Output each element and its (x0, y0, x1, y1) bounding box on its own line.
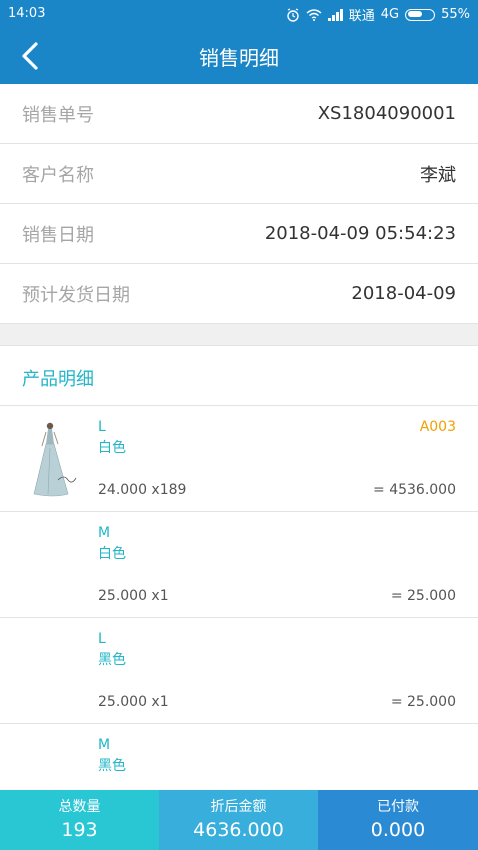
sale-date-value: 2018-04-09 05:54:23 (264, 223, 456, 244)
product-item[interactable]: M 黑色 (0, 724, 478, 790)
product-color: 黑色 (98, 758, 126, 774)
product-amount: = 25.000 (390, 588, 456, 604)
alarm-icon (287, 7, 299, 22)
product-amount: = 4536.000 (373, 482, 456, 498)
product-amount: = 25.000 (390, 694, 456, 710)
product-quantity: 24.000 x189 (98, 482, 187, 498)
product-item[interactable]: L 黑色 25.000 x1 = 25.000 (0, 618, 478, 724)
summary-bar: 总数量 193 折后金额 4636.000 已付款 0.000 (0, 790, 478, 850)
product-size: M (98, 525, 111, 541)
product-quantity: 25.000 x1 (98, 588, 169, 604)
status-time: 14:03 (8, 6, 46, 21)
sale-date-label: 销售日期 (22, 224, 94, 246)
ship-date-value: 2018-04-09 (351, 283, 456, 304)
product-color: 白色 (98, 546, 126, 562)
order-number-value: XS1804090001 (317, 103, 456, 124)
order-number-row: 销售单号 XS1804090001 (0, 84, 478, 144)
order-number-label: 销售单号 (22, 104, 94, 126)
discount-amount-cell: 折后金额 4636.000 (159, 790, 318, 850)
total-quantity-label: 总数量 (58, 799, 101, 815)
product-color: 黑色 (98, 652, 126, 668)
section-divider (0, 324, 478, 346)
total-quantity-cell: 总数量 193 (0, 790, 159, 850)
product-code: A003 (419, 419, 456, 435)
product-color: 白色 (98, 440, 126, 456)
customer-label: 客户名称 (22, 164, 94, 186)
order-info: 销售单号 XS1804090001 客户名称 李斌 销售日期 2018-04-0… (0, 84, 478, 324)
product-list: L 白色 A003 24.000 x189 = 4536.000 M 白色 25… (0, 406, 478, 790)
nav-bar: 销售明细 (0, 28, 478, 84)
product-size: L (98, 631, 106, 647)
paid-amount-value: 0.000 (370, 819, 426, 841)
status-bar: 14:03 联通 4G 55% (0, 0, 478, 28)
paid-amount-label: 已付款 (377, 799, 419, 815)
total-quantity-value: 193 (61, 819, 98, 841)
wifi-icon (306, 8, 322, 21)
product-size: L (98, 419, 106, 435)
customer-value: 李斌 (420, 164, 456, 186)
discount-amount-label: 折后金额 (210, 799, 267, 815)
product-image (24, 418, 84, 500)
ship-date-label: 预计发货日期 (22, 284, 130, 306)
signal-icon (327, 8, 343, 21)
product-item[interactable]: L 白色 A003 24.000 x189 = 4536.000 (0, 406, 478, 512)
product-size: M (98, 737, 111, 753)
product-quantity: 25.000 x1 (98, 694, 169, 710)
customer-row: 客户名称 李斌 (0, 144, 478, 204)
page-title: 销售明细 (199, 46, 279, 70)
products-section-title: 产品明细 (0, 346, 478, 406)
battery-icon (405, 8, 436, 21)
sale-date-row: 销售日期 2018-04-09 05:54:23 (0, 204, 478, 264)
network-label: 4G (380, 7, 400, 22)
paid-amount-cell: 已付款 0.000 (318, 790, 478, 850)
battery-level: 55% (441, 7, 470, 22)
carrier-label: 联通 (348, 9, 375, 24)
status-icons: 联通 4G 55% (286, 5, 470, 24)
ship-date-row: 预计发货日期 2018-04-09 (0, 264, 478, 324)
product-item[interactable]: M 白色 25.000 x1 = 25.000 (0, 512, 478, 618)
discount-amount-value: 4636.000 (193, 819, 284, 841)
